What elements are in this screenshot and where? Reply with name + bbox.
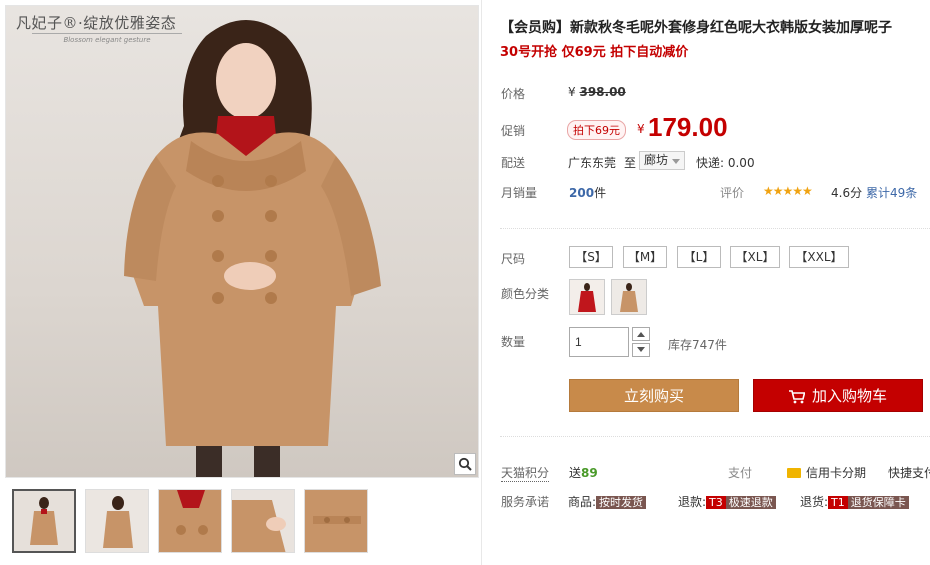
ship-to-label: 至 <box>624 156 637 170</box>
price-label: 价格 <box>501 87 526 101</box>
thumbnail-2[interactable] <box>85 489 149 553</box>
buy-now-button[interactable]: 立刻购买 <box>569 379 739 412</box>
brand-logo: 凡妃子®·绽放优雅姿态 <box>16 14 177 32</box>
thumbnail-5[interactable] <box>304 489 368 553</box>
size-option-m[interactable]: 【M】 <box>623 246 667 268</box>
points-value: 89 <box>581 466 598 480</box>
chevron-down-icon <box>672 159 680 164</box>
rating-label: 评价 <box>720 186 745 200</box>
size-label: 尺码 <box>501 252 526 266</box>
product-title: 【会员购】新款秋冬毛呢外套修身红色呢大衣韩版女装加厚呢子 <box>500 20 892 36</box>
quantity-label: 数量 <box>501 335 526 349</box>
promo-currency-symbol: ¥ <box>637 122 645 136</box>
service-refund: 退款: T3 极速退款 <box>678 493 776 510</box>
promo-tag: 拍下69元 <box>567 120 626 140</box>
review-count-link[interactable]: 累计49条 <box>866 184 917 201</box>
fast-pay[interactable]: 快捷支付 <box>888 464 930 481</box>
return-guarantee-badge[interactable]: 退货保障卡 <box>847 496 909 509</box>
service-goods: 商品: 按时发货 <box>568 493 647 510</box>
thumbnail-4[interactable] <box>231 489 295 553</box>
ship-to-select[interactable]: 廊坊 <box>639 151 685 170</box>
ship-to-value: 廊坊 <box>644 153 669 167</box>
original-price: ¥ 398.00 <box>568 85 626 99</box>
refund-code-badge: T3 <box>706 496 726 509</box>
chevron-up-icon <box>637 332 645 337</box>
main-product-image[interactable]: 凡妃子®·绽放优雅姿态 Blossom elegant gesture <box>5 5 479 478</box>
original-price-value: 398.00 <box>579 85 626 99</box>
size-option-xl[interactable]: 【XL】 <box>730 246 780 268</box>
express-fee: 快递: 0.00 <box>696 156 755 170</box>
promo-price: 179.00 <box>648 112 728 142</box>
tmall-points-label[interactable]: 天猫积分 <box>501 464 550 482</box>
quantity-decrease-button[interactable] <box>632 343 650 357</box>
return-code-badge: T1 <box>828 496 848 509</box>
product-info-panel: 【会员购】新款秋冬毛呢外套修身红色呢大衣韩版女装加厚呢子 30号开抢 仅69元 … <box>481 0 930 565</box>
promo-label: 促销 <box>501 124 526 138</box>
service-label: 服务承诺 <box>501 495 550 509</box>
points-prefix: 送 <box>569 466 582 480</box>
divider <box>500 228 930 229</box>
cart-icon <box>788 389 805 403</box>
stock-count: 库存747件 <box>668 338 727 352</box>
credit-card-icon <box>787 468 801 478</box>
monthly-sales-label: 月销量 <box>501 186 538 200</box>
tmall-points: 送89 <box>569 464 598 481</box>
quantity-increase-button[interactable] <box>632 327 650 341</box>
service-goods-prefix: 商品: <box>568 495 597 509</box>
product-subtitle: 30号开抢 仅69元 拍下自动减价 <box>500 45 689 60</box>
shipping-label: 配送 <box>501 156 526 170</box>
service-return-prefix: 退货: <box>800 495 829 509</box>
divider <box>500 436 930 437</box>
chevron-down-icon <box>637 347 645 352</box>
color-label: 颜色分类 <box>501 287 550 301</box>
monthly-sales: 200件 <box>569 184 606 201</box>
model-photo <box>124 20 381 477</box>
pay-label: 支付 <box>728 466 753 480</box>
thumbnail-strip <box>12 489 368 553</box>
size-option-l[interactable]: 【L】 <box>677 246 721 268</box>
service-return: 退货: T1 退货保障卡 <box>800 493 909 510</box>
credit-card-installment[interactable]: 信用卡分期 <box>787 464 866 481</box>
add-to-cart-button[interactable]: 加入购物车 <box>753 379 923 412</box>
brand-tagline: Blossom elegant gesture <box>32 33 182 44</box>
size-option-s[interactable]: 【S】 <box>569 246 613 268</box>
thumbnail-3[interactable] <box>158 489 222 553</box>
ship-from: 广东东莞 <box>568 156 617 170</box>
monthly-sales-unit: 件 <box>594 186 607 200</box>
thumbnail-1[interactable] <box>12 489 76 553</box>
zoom-button[interactable] <box>454 453 476 475</box>
credit-card-installment-label: 信用卡分期 <box>806 466 867 480</box>
fast-refund-badge[interactable]: 极速退款 <box>725 496 776 509</box>
currency-symbol: ¥ <box>568 85 576 99</box>
color-swatch-red[interactable] <box>569 279 605 315</box>
size-option-xxl[interactable]: 【XXL】 <box>789 246 849 268</box>
magnifier-icon <box>458 457 472 471</box>
quantity-input[interactable] <box>569 327 629 357</box>
monthly-sales-count: 200 <box>569 186 595 200</box>
star-rating-icon: ★★★★★ <box>763 184 813 198</box>
service-refund-prefix: 退款: <box>678 495 707 509</box>
color-swatch-camel[interactable] <box>611 279 647 315</box>
add-to-cart-label: 加入购物车 <box>811 387 887 405</box>
ontime-delivery-badge[interactable]: 按时发货 <box>596 496 647 509</box>
rating-score: 4.6分 <box>831 186 863 200</box>
